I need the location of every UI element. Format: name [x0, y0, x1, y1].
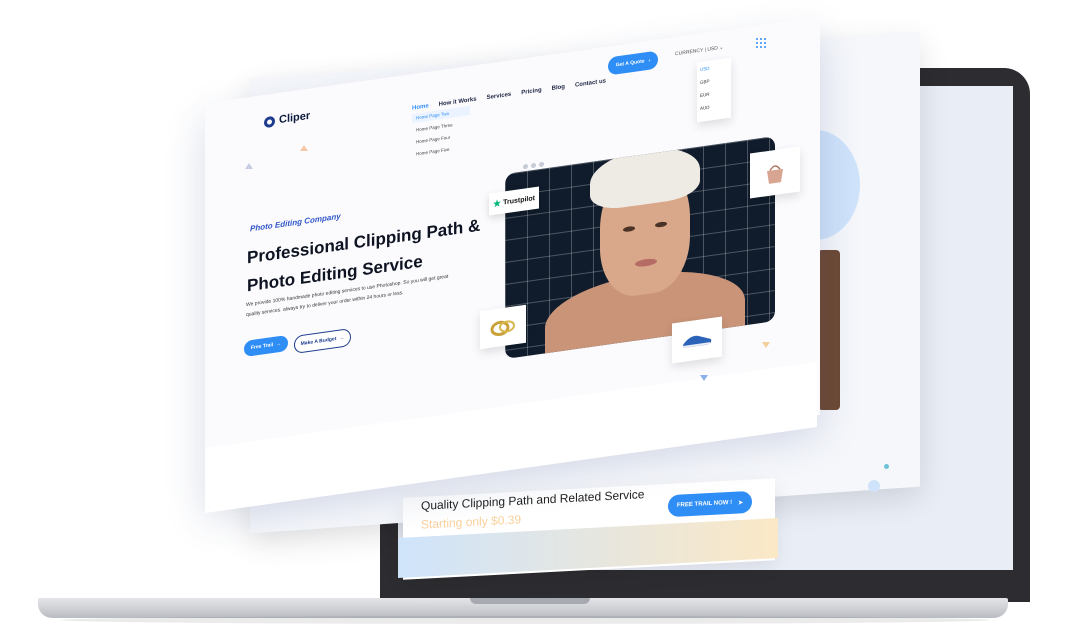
laptop-notch	[470, 598, 590, 604]
home-dropdown: Home Page Two Home Page Three Home Page …	[412, 105, 470, 172]
triangle-decoration	[762, 342, 770, 348]
handbag-card	[750, 146, 800, 199]
logo-icon	[264, 115, 275, 128]
handbag-icon	[767, 164, 783, 184]
send-icon: ➤	[738, 499, 744, 507]
shoe-card	[672, 316, 722, 364]
shoe-icon	[683, 335, 712, 348]
currency-option[interactable]: GBP	[700, 76, 728, 85]
hero-image	[505, 136, 775, 359]
triangle-decoration	[300, 145, 308, 151]
make-a-budget-label: Make A Budget	[300, 336, 337, 348]
free-trail-now-label: FREE TRAIL NOW !	[676, 499, 733, 509]
currency-dropdown: USD GBP EUR AUD	[697, 57, 731, 123]
currency-option[interactable]: EUR	[700, 89, 728, 98]
chevron-down-icon: ⌄	[719, 44, 724, 52]
circle-decoration	[884, 464, 889, 469]
get-a-quote-label: Get A Quote	[615, 58, 645, 69]
ring-icon	[490, 320, 515, 337]
free-trail-label: Free Trail	[250, 342, 274, 352]
chevron-right-icon: ›	[648, 57, 651, 64]
apps-grid-icon[interactable]	[756, 38, 766, 48]
triangle-decoration	[245, 163, 253, 169]
free-trail-now-button[interactable]: FREE TRAIL NOW ! ➤	[668, 490, 752, 518]
back-photo	[818, 250, 840, 410]
laptop-shadow	[60, 616, 990, 624]
triangle-decoration	[700, 375, 708, 381]
star-icon: ★	[493, 197, 502, 209]
ring-card	[480, 304, 526, 350]
arrow-right-icon: →	[276, 340, 282, 348]
currency-option[interactable]: USD	[700, 63, 728, 72]
currency-option[interactable]: AUD	[700, 102, 728, 111]
circle-decoration	[868, 480, 880, 492]
trustpilot-label: Trustpilot	[503, 194, 535, 207]
arrow-right-icon: →	[339, 334, 345, 342]
